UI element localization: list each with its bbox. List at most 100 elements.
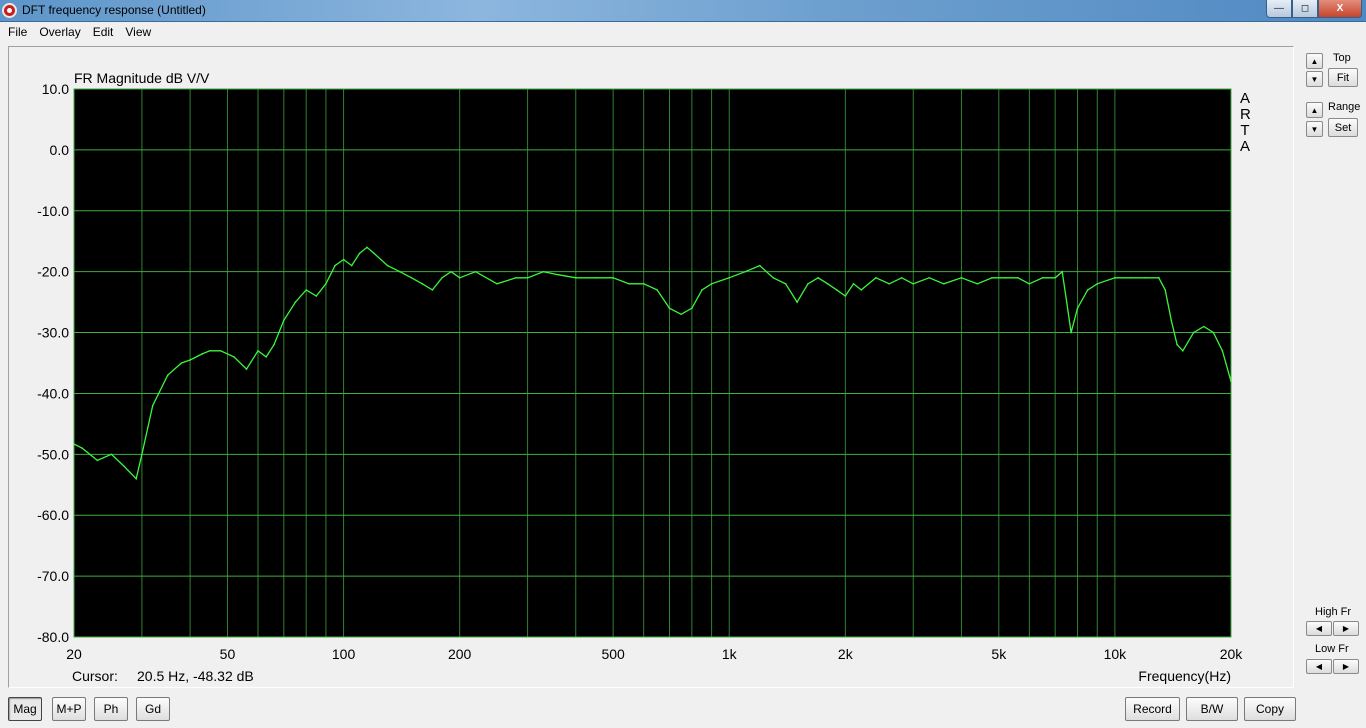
x-tick-label: 100 <box>332 646 356 662</box>
data-point <box>431 289 434 291</box>
data-point <box>73 443 75 445</box>
low-freq-left-button[interactable]: ◀ <box>1306 659 1332 674</box>
top-down-button[interactable]: ▼ <box>1306 71 1323 87</box>
phase-button[interactable]: Ph <box>94 697 128 721</box>
data-point <box>817 277 819 279</box>
data-point <box>680 313 682 316</box>
data-point <box>1192 331 1195 334</box>
minimize-button[interactable]: — <box>1266 0 1292 18</box>
maximize-button[interactable]: ◻ <box>1292 0 1318 18</box>
data-point <box>1070 331 1072 334</box>
data-point <box>1203 325 1205 328</box>
data-point <box>875 277 877 279</box>
data-point <box>852 283 855 285</box>
plot-background <box>74 89 1231 637</box>
x-tick-label: 20 <box>66 646 82 662</box>
data-point <box>96 459 99 462</box>
data-point <box>233 356 235 358</box>
data-point <box>844 295 847 297</box>
fit-button[interactable]: Fit <box>1328 68 1358 87</box>
set-button[interactable]: Set <box>1328 118 1358 137</box>
data-point <box>458 277 461 279</box>
data-point <box>928 277 930 279</box>
data-point <box>575 277 577 279</box>
x-tick-label: 2k <box>838 646 854 662</box>
window-controls: — ◻ X <box>1266 0 1362 18</box>
data-point <box>342 258 345 261</box>
x-tick-label: 500 <box>601 646 625 662</box>
data-point <box>123 465 126 468</box>
data-point <box>807 283 809 285</box>
y-tick-label: 10.0 <box>42 81 69 97</box>
range-down-button[interactable]: ▼ <box>1306 121 1323 137</box>
y-tick-label: -30.0 <box>37 325 69 341</box>
watermark-letter: A <box>1240 138 1251 155</box>
arta-watermark: A R T A <box>1240 90 1251 155</box>
high-freq-label: High Fr <box>1315 606 1352 618</box>
data-point <box>826 283 829 285</box>
data-point <box>1028 283 1031 285</box>
data-point <box>594 277 597 279</box>
x-tick-label: 200 <box>448 646 472 662</box>
x-axis-label: Frequency(Hz) <box>1138 668 1231 684</box>
low-freq-label: Low Fr <box>1315 643 1349 655</box>
data-point <box>81 447 83 450</box>
down-arrow-icon: ▼ <box>1310 124 1319 134</box>
group-delay-button[interactable]: Gd <box>136 697 170 721</box>
menu-edit[interactable]: Edit <box>87 22 120 42</box>
top-label: Top <box>1333 52 1351 64</box>
title-bar: DFT frequency response (Untitled) — ◻ X <box>0 0 1366 22</box>
data-point <box>542 270 545 273</box>
data-point <box>141 453 143 456</box>
top-up-button[interactable]: ▲ <box>1306 53 1323 69</box>
watermark-letter: T <box>1240 122 1250 139</box>
data-point <box>441 277 443 279</box>
data-point <box>691 307 693 310</box>
data-point <box>358 252 361 255</box>
data-point <box>209 350 211 352</box>
data-point <box>1176 343 1178 346</box>
data-point <box>315 295 318 297</box>
high-freq-left-button[interactable]: ◀ <box>1306 621 1332 636</box>
high-freq-right-button[interactable]: ▶ <box>1333 621 1359 636</box>
bw-button[interactable]: B/W <box>1186 697 1238 721</box>
y-tick-label: -50.0 <box>37 446 69 462</box>
data-point <box>135 477 137 480</box>
menu-overlay[interactable]: Overlay <box>33 22 86 42</box>
up-arrow-icon: ▲ <box>1310 56 1319 66</box>
left-arrow-icon: ◀ <box>1315 624 1323 633</box>
data-point <box>900 277 903 279</box>
watermark-letter: A <box>1240 90 1251 107</box>
left-arrow-icon: ◀ <box>1315 662 1323 671</box>
data-point <box>366 246 368 249</box>
data-point <box>373 252 375 255</box>
magnitude-button[interactable]: Mag <box>8 697 42 721</box>
data-point <box>656 289 658 291</box>
data-point <box>1212 331 1215 334</box>
data-point <box>273 343 275 346</box>
mag-phase-button[interactable]: M+P <box>52 697 86 721</box>
menu-view[interactable]: View <box>119 22 157 42</box>
record-button[interactable]: Record <box>1125 697 1180 721</box>
data-point <box>759 264 761 267</box>
data-point <box>784 283 787 285</box>
data-point <box>1017 277 1019 279</box>
y-tick-label: -60.0 <box>37 507 69 523</box>
data-point <box>888 283 891 285</box>
data-point <box>350 264 353 267</box>
x-tick-label: 10k <box>1104 646 1128 662</box>
range-up-button[interactable]: ▲ <box>1306 102 1323 118</box>
data-point <box>245 368 248 370</box>
data-point <box>1230 380 1232 383</box>
low-freq-right-button[interactable]: ▶ <box>1333 659 1359 674</box>
copy-button[interactable]: Copy <box>1244 697 1296 721</box>
data-point <box>410 277 413 279</box>
data-point <box>976 283 979 285</box>
y-tick-label: -10.0 <box>37 203 69 219</box>
frequency-response-chart[interactable]: FR Magnitude dB V/V 10.0 0.0 -10.0 -20.0 -30… <box>9 47 1295 689</box>
close-button[interactable]: X <box>1318 0 1362 18</box>
data-point <box>835 289 838 291</box>
data-point <box>860 289 863 291</box>
menu-file[interactable]: File <box>2 22 33 42</box>
data-point <box>1130 277 1132 279</box>
